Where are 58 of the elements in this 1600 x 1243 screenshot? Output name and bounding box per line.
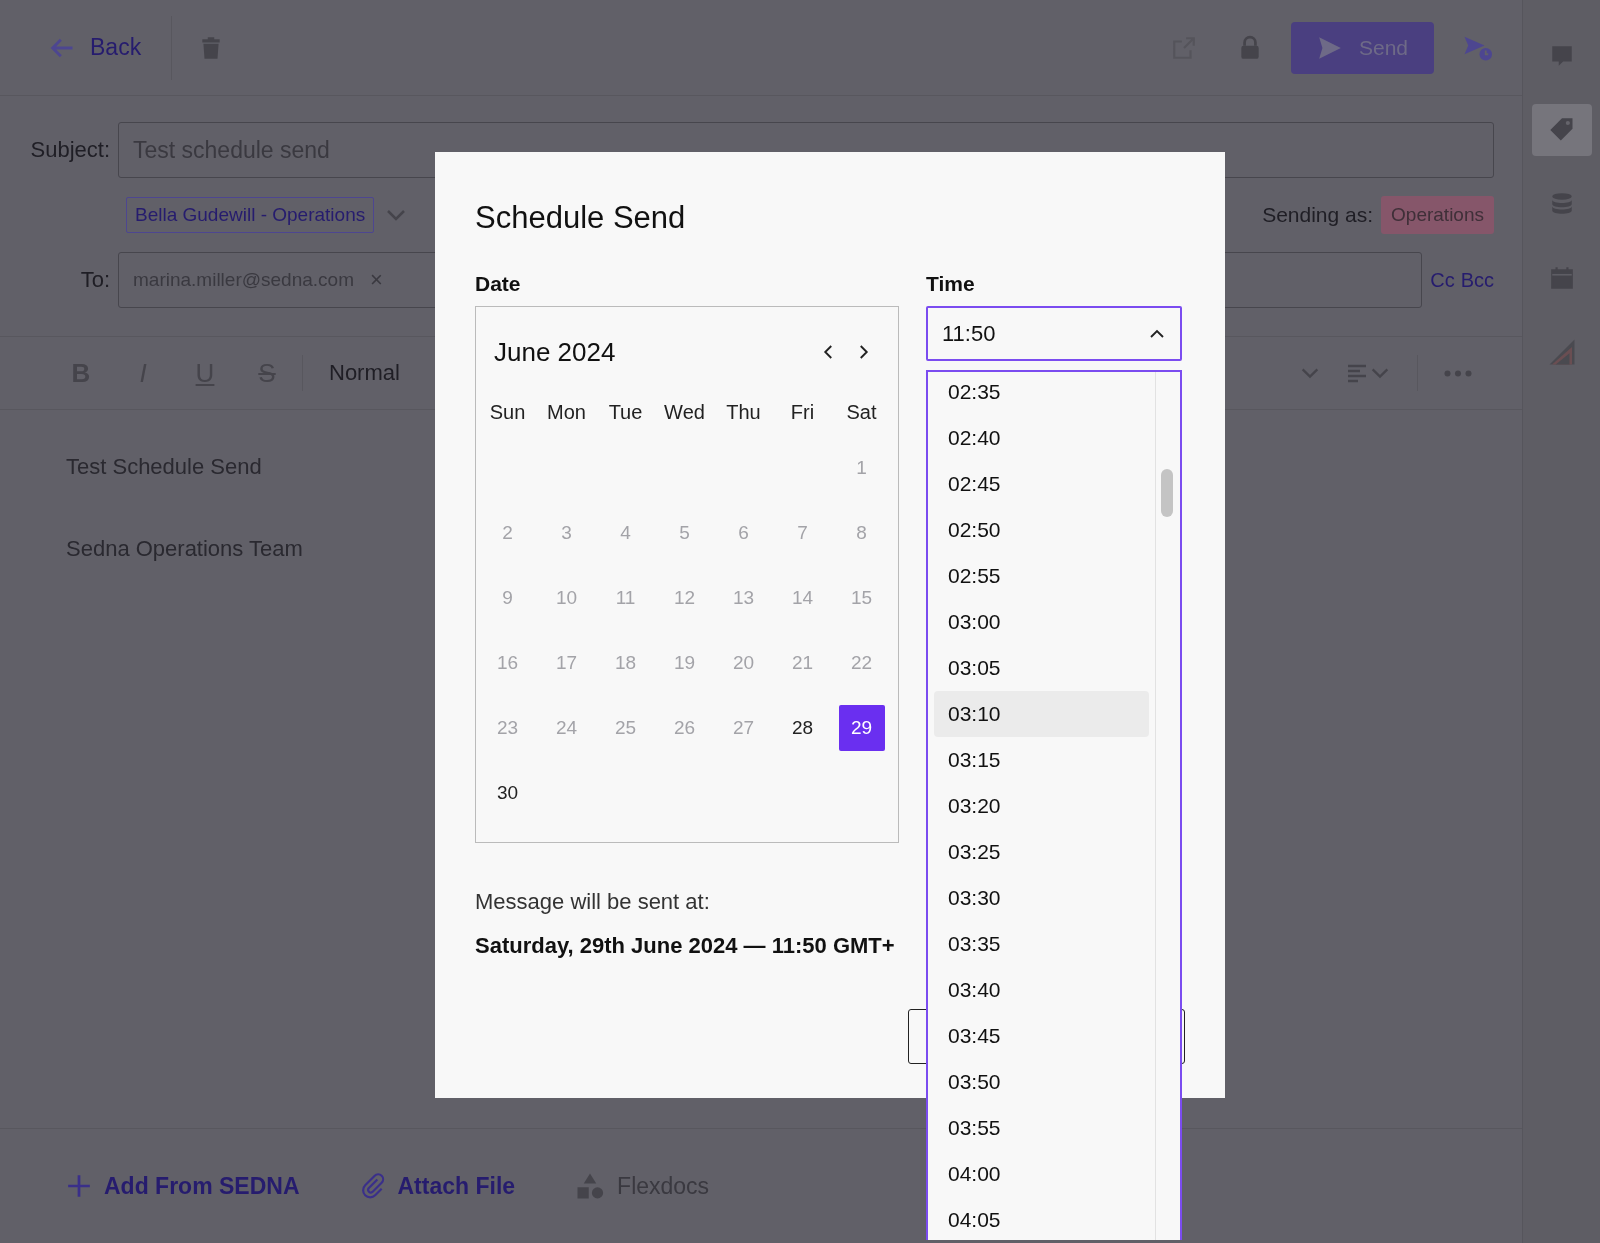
weekday-label: Sun bbox=[488, 400, 527, 425]
time-option[interactable]: 02:35 bbox=[934, 372, 1149, 415]
time-option[interactable]: 03:20 bbox=[934, 783, 1149, 829]
sidebar-button[interactable] bbox=[1531, 104, 1592, 156]
time-option[interactable]: 03:00 bbox=[934, 599, 1149, 645]
weekday-label: Fri bbox=[789, 400, 816, 425]
time-option[interactable]: 03:10 bbox=[934, 691, 1149, 737]
body-text: Sedna Operations Team bbox=[66, 536, 303, 562]
time-option[interactable]: 03:55 bbox=[934, 1105, 1149, 1151]
scrollbar-thumb[interactable] bbox=[1161, 469, 1173, 517]
back-button[interactable]: Back bbox=[44, 29, 146, 66]
date-label: Date bbox=[475, 274, 522, 294]
weekday-label: Mon bbox=[546, 400, 587, 425]
bcc-link[interactable]: Bcc bbox=[1460, 268, 1494, 292]
sender-select[interactable]: Bella Gudewill - Operations bbox=[126, 197, 375, 233]
weekday-label: Tue bbox=[607, 400, 644, 425]
sending-as-label: Sending as: bbox=[1262, 203, 1374, 227]
send-icon bbox=[1316, 34, 1343, 61]
time-option[interactable]: 04:00 bbox=[934, 1151, 1149, 1197]
summary-label: Message will be sent at: bbox=[475, 889, 710, 915]
time-option[interactable]: 03:50 bbox=[934, 1059, 1149, 1105]
time-option[interactable]: 03:30 bbox=[934, 875, 1149, 921]
time-option[interactable]: 03:15 bbox=[934, 737, 1149, 783]
text-style-select[interactable]: Normal bbox=[323, 359, 406, 387]
scheduled-time-text: Saturday, 29th June 2024 — 11:50 GMT+ bbox=[475, 933, 895, 959]
time-option[interactable]: 04:05 bbox=[934, 1197, 1149, 1240]
time-option[interactable]: 02:40 bbox=[934, 415, 1149, 461]
shapes-icon bbox=[575, 1171, 606, 1201]
attachment-button[interactable]: Add From SEDNA bbox=[60, 1171, 306, 1201]
time-select[interactable]: 11:50 bbox=[926, 306, 1182, 361]
cc-link[interactable]: Cc bbox=[1430, 268, 1455, 292]
calendar-day[interactable]: 29 bbox=[838, 704, 885, 751]
weekday-label: Wed bbox=[663, 400, 706, 425]
weekday-label: Sat bbox=[845, 400, 878, 425]
weekday-label: Thu bbox=[725, 400, 762, 425]
calendar-icon bbox=[1548, 265, 1575, 291]
more-icon[interactable] bbox=[1444, 369, 1472, 377]
month-title: June 2024 bbox=[494, 336, 617, 368]
sending-as-badge: Operations bbox=[1381, 196, 1494, 234]
calendar-day[interactable]: 30 bbox=[484, 769, 531, 816]
time-option[interactable]: 03:05 bbox=[934, 645, 1149, 691]
subject-label: Subject: bbox=[29, 137, 111, 163]
time-option[interactable]: 03:25 bbox=[934, 829, 1149, 875]
time-option[interactable]: 03:35 bbox=[934, 921, 1149, 967]
remove-recipient-button[interactable]: × bbox=[369, 267, 383, 293]
time-option[interactable]: 03:40 bbox=[934, 967, 1149, 1013]
plus-icon bbox=[66, 1173, 92, 1199]
time-label: Time bbox=[926, 274, 976, 294]
time-option[interactable]: 02:45 bbox=[934, 461, 1149, 507]
time-option[interactable]: 02:55 bbox=[934, 553, 1149, 599]
dialog-title: Schedule Send bbox=[475, 199, 687, 237]
to-label: To: bbox=[79, 267, 111, 293]
paperclip-icon bbox=[359, 1173, 386, 1199]
time-option[interactable]: 02:50 bbox=[934, 507, 1149, 553]
calendar-day[interactable]: 28 bbox=[779, 704, 826, 751]
attachment-button[interactable]: Attach File bbox=[353, 1171, 522, 1201]
body-text: Test Schedule Send bbox=[66, 454, 262, 480]
time-option[interactable]: 03:45 bbox=[934, 1013, 1149, 1059]
